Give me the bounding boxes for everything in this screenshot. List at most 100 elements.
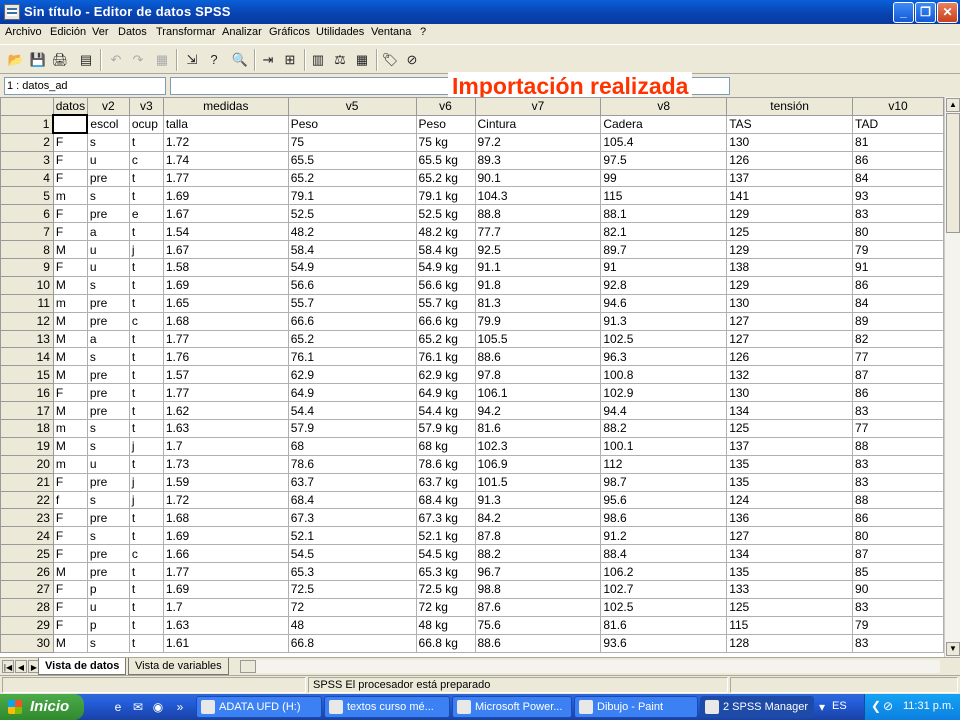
data-cell[interactable]: t — [128, 419, 164, 438]
data-cell[interactable]: 80 — [852, 526, 944, 546]
data-cell[interactable]: 64.9 — [287, 383, 417, 403]
row-number[interactable]: 6 — [0, 204, 54, 224]
data-cell[interactable]: 130 — [726, 383, 854, 403]
data-cell[interactable]: Peso — [415, 114, 476, 134]
data-cell[interactable]: M — [52, 633, 88, 653]
data-cell[interactable]: F — [52, 580, 88, 599]
data-cell[interactable]: 66.8 kg — [415, 633, 476, 653]
data-cell[interactable]: 132 — [726, 365, 854, 385]
data-cell[interactable]: 67.3 — [287, 508, 417, 528]
data-cell[interactable]: 48 kg — [415, 615, 476, 635]
data-cell[interactable]: 98.7 — [600, 472, 728, 492]
data-cell[interactable]: Cadera — [600, 114, 728, 134]
data-cell[interactable]: 54.4 kg — [415, 401, 476, 421]
row-number[interactable]: 10 — [0, 275, 54, 295]
data-cell[interactable]: t — [128, 293, 164, 313]
data-cell[interactable]: F — [52, 472, 88, 492]
data-cell[interactable]: 83 — [852, 401, 944, 421]
row-number[interactable]: 26 — [0, 562, 54, 582]
data-cell[interactable]: 93 — [852, 186, 944, 206]
menu-graficos[interactable]: Gráficos — [269, 26, 310, 38]
data-cell[interactable]: 78.6 — [287, 454, 417, 474]
data-cell[interactable]: 68.4 — [287, 490, 417, 510]
data-cell[interactable]: t — [128, 508, 164, 528]
data-cell[interactable]: 1.72 — [162, 132, 289, 152]
data-cell[interactable]: 104.3 — [474, 186, 602, 206]
row-number[interactable]: 28 — [0, 597, 54, 617]
data-cell[interactable]: 1.76 — [162, 347, 289, 367]
data-cell[interactable]: 87.6 — [474, 597, 602, 617]
data-cell[interactable]: t — [128, 562, 164, 582]
data-cell[interactable]: 52.5 — [287, 204, 417, 224]
variables-info-icon[interactable]: ? — [204, 50, 224, 70]
row-number[interactable]: 13 — [0, 329, 54, 349]
data-cell[interactable]: 125 — [726, 222, 854, 242]
data-cell[interactable]: 65.2 — [287, 168, 417, 188]
data-cell[interactable]: s — [86, 132, 130, 152]
data-cell[interactable]: 87 — [852, 544, 944, 564]
data-cell[interactable]: 1.58 — [162, 258, 289, 277]
data-cell[interactable]: F — [52, 526, 88, 546]
data-cell[interactable]: pre — [86, 562, 130, 582]
data-cell[interactable]: m — [52, 293, 88, 313]
data-cell[interactable]: pre — [86, 383, 130, 403]
outlook-icon[interactable]: ✉ — [130, 699, 146, 715]
data-cell[interactable]: 129 — [726, 204, 854, 224]
data-cell[interactable]: 112 — [600, 454, 728, 474]
data-cell[interactable]: 55.7 — [287, 293, 417, 313]
data-cell[interactable]: 1.65 — [162, 293, 289, 313]
data-cell[interactable]: s — [86, 186, 130, 206]
chart-builder-icon[interactable]: ▦ — [152, 50, 172, 70]
scroll-down-arrow-icon[interactable]: ▼ — [946, 642, 960, 656]
data-cell[interactable]: 57.9 — [287, 419, 417, 438]
data-cell[interactable]: 87 — [852, 365, 944, 385]
data-cell[interactable]: 77.7 — [474, 222, 602, 242]
data-cell[interactable]: 1.59 — [162, 472, 289, 492]
data-cell[interactable]: pre — [86, 168, 130, 188]
data-cell[interactable]: 64.9 kg — [415, 383, 476, 403]
data-cell[interactable]: 91.2 — [600, 526, 728, 546]
data-cell[interactable]: 84 — [852, 293, 944, 313]
split-file-icon[interactable]: ▥ — [308, 50, 328, 70]
tab-vista-de-variables[interactable]: Vista de variables — [128, 658, 229, 675]
data-cell[interactable]: 106.9 — [474, 454, 602, 474]
data-cell[interactable]: 62.9 kg — [415, 365, 476, 385]
data-cell[interactable]: j — [128, 472, 164, 492]
data-cell[interactable]: TAD — [852, 114, 944, 134]
data-cell[interactable]: 129 — [726, 240, 854, 260]
data-cell[interactable]: 101.5 — [474, 472, 602, 492]
data-cell[interactable]: 141 — [726, 186, 854, 206]
data-cell[interactable]: p — [86, 615, 130, 635]
data-cell[interactable]: 72.5 kg — [415, 580, 476, 599]
data-cell[interactable]: F — [52, 615, 88, 635]
data-cell[interactable]: 83 — [852, 204, 944, 224]
row-number[interactable]: 30 — [0, 633, 54, 653]
data-cell[interactable]: Cintura — [474, 114, 602, 134]
value-labels-icon[interactable]: 🏷 — [380, 50, 400, 70]
select-cases-icon[interactable]: ▦ — [352, 50, 372, 70]
data-cell[interactable]: M — [52, 365, 88, 385]
data-cell[interactable]: j — [128, 240, 164, 260]
data-cell[interactable]: 130 — [726, 293, 854, 313]
row-number[interactable]: 5 — [0, 186, 54, 206]
firefox-icon[interactable]: ◉ — [150, 699, 166, 715]
data-cell[interactable]: 76.1 — [287, 347, 417, 367]
column-header[interactable]: datos — [52, 97, 88, 116]
data-cell[interactable]: 52.1 kg — [415, 526, 476, 546]
data-cell[interactable]: 134 — [726, 544, 854, 564]
task-spss-manager[interactable]: 2 SPSS Manager — [700, 696, 814, 718]
row-number[interactable]: 2 — [0, 132, 54, 152]
data-cell[interactable]: 1.66 — [162, 544, 289, 564]
data-cell[interactable]: 58.4 kg — [415, 240, 476, 260]
scroll-thumb[interactable] — [946, 113, 960, 233]
data-cell[interactable]: M — [52, 347, 88, 367]
data-cell[interactable]: 87.8 — [474, 526, 602, 546]
data-cell[interactable]: pre — [86, 472, 130, 492]
data-cell[interactable]: 1.77 — [162, 562, 289, 582]
data-cell[interactable]: 88.6 — [474, 633, 602, 653]
data-cell[interactable]: 86 — [852, 383, 944, 403]
data-cell[interactable]: c — [128, 544, 164, 564]
data-cell[interactable]: 68 kg — [415, 436, 476, 456]
data-cell[interactable]: c — [128, 150, 164, 170]
weight-cases-icon[interactable]: ⚖ — [330, 50, 350, 70]
